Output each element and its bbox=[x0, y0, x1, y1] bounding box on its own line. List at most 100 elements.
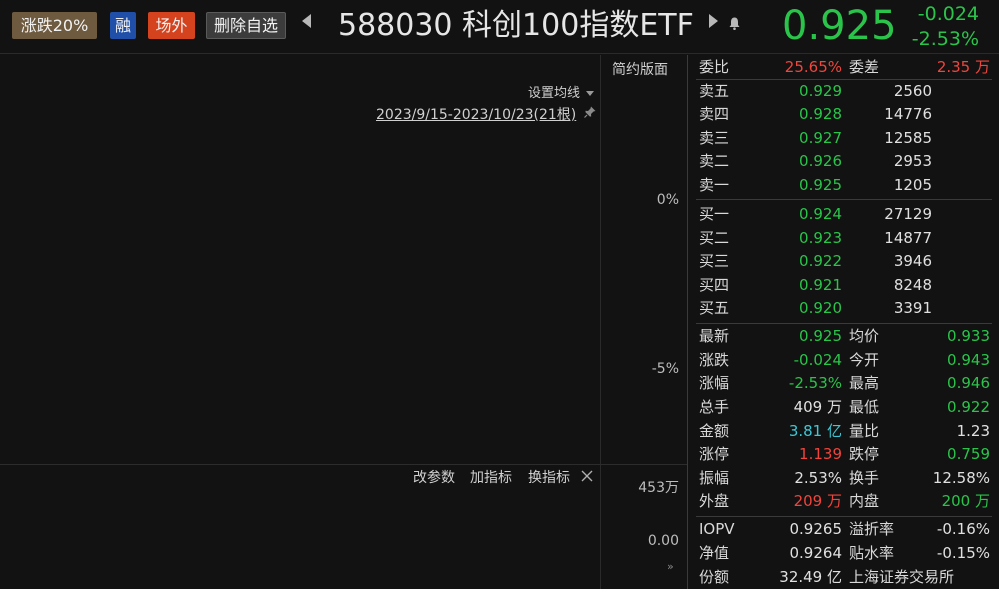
ask-row[interactable]: 卖五 0.929 2560 bbox=[688, 80, 999, 102]
ask-label: 卖一 bbox=[699, 176, 730, 194]
bid-price: 0.922 bbox=[799, 252, 842, 270]
ask-label: 卖二 bbox=[699, 152, 730, 170]
ask-price: 0.926 bbox=[799, 152, 842, 170]
ask-label: 卖三 bbox=[699, 129, 730, 147]
bid-label: 买二 bbox=[699, 229, 730, 247]
y-axis-label: 0% bbox=[656, 192, 679, 208]
stat-value: 32.49 亿 bbox=[779, 568, 842, 586]
bid-label: 买四 bbox=[699, 276, 730, 294]
bid-row[interactable]: 买三 0.922 3946 bbox=[688, 250, 999, 272]
stat-label: 最低 bbox=[849, 398, 880, 416]
price-limit-tag: 涨跌20% bbox=[12, 12, 97, 39]
stat-value: 409 万 bbox=[793, 398, 842, 416]
stat-value: 0.943 bbox=[947, 351, 990, 369]
stat-row: 份额 32.49 亿 上海证券交易所 bbox=[688, 566, 999, 588]
ask-row[interactable]: 卖一 0.925 1205 bbox=[688, 174, 999, 196]
remove-watchlist-button[interactable]: 删除自选 bbox=[206, 12, 286, 39]
stat-value: -0.16% bbox=[936, 520, 990, 538]
edit-params-button[interactable]: 改参数 bbox=[413, 467, 455, 487]
order-ratio-row: 委比 25.65% 委差 2.35 万 bbox=[688, 56, 999, 78]
order-diff-value: 2.35 万 bbox=[936, 58, 990, 76]
stat-value: 0.9264 bbox=[789, 544, 843, 562]
stat-value: 1.23 bbox=[956, 422, 990, 440]
last-price: 0.925 bbox=[782, 3, 897, 49]
stat-label: 涨跌 bbox=[699, 351, 730, 369]
stat-value: 3.81 亿 bbox=[788, 422, 842, 440]
bid-row[interactable]: 买五 0.920 3391 bbox=[688, 297, 999, 319]
y-axis-label: -5% bbox=[651, 361, 679, 377]
stat-label: 金额 bbox=[699, 422, 730, 440]
stat-label: 振幅 bbox=[699, 469, 730, 487]
add-indicator-button[interactable]: 加指标 bbox=[470, 467, 512, 487]
stat-value: -0.15% bbox=[936, 544, 990, 562]
indicator-divider[interactable] bbox=[0, 464, 687, 465]
stat-row: 最新 0.925 均价 0.933 bbox=[688, 325, 999, 347]
ask-volume: 12585 bbox=[884, 129, 932, 147]
bid-label: 买三 bbox=[699, 252, 730, 270]
bid-volume: 3391 bbox=[893, 299, 932, 317]
stat-label: 换手 bbox=[849, 469, 880, 487]
ask-price: 0.929 bbox=[799, 82, 842, 100]
bell-icon[interactable] bbox=[729, 17, 740, 30]
stat-label: 内盘 bbox=[849, 492, 880, 510]
otc-fund-tag[interactable]: 场外 bbox=[148, 12, 195, 39]
bid-price: 0.920 bbox=[799, 299, 842, 317]
previous-stock-icon[interactable] bbox=[302, 14, 311, 28]
divider bbox=[696, 323, 992, 324]
order-ratio-label: 委比 bbox=[699, 58, 730, 76]
ask-row[interactable]: 卖四 0.928 14776 bbox=[688, 103, 999, 125]
ask-label: 卖四 bbox=[699, 105, 730, 123]
volume-axis-label: 453万 bbox=[638, 480, 679, 496]
price-change: -0.024 bbox=[917, 3, 979, 25]
stat-label: 总手 bbox=[699, 398, 730, 416]
ma-setting-button[interactable]: 设置均线 bbox=[528, 82, 594, 101]
simple-layout-button[interactable]: 简约版面 bbox=[612, 59, 668, 79]
ask-volume: 1205 bbox=[893, 176, 932, 194]
bid-row[interactable]: 买二 0.923 14877 bbox=[688, 227, 999, 249]
ask-row[interactable]: 卖二 0.926 2953 bbox=[688, 150, 999, 172]
chevron-down-icon bbox=[586, 91, 594, 96]
stat-row: 总手 409 万 最低 0.922 bbox=[688, 396, 999, 418]
stat-row: 净值 0.9264 贴水率 -0.15% bbox=[688, 542, 999, 564]
next-stock-icon[interactable] bbox=[709, 14, 718, 28]
ma-setting-label: 设置均线 bbox=[527, 86, 580, 101]
bid-row[interactable]: 买四 0.921 8248 bbox=[688, 274, 999, 296]
stat-value: 0.933 bbox=[947, 327, 990, 345]
stat-value: 0.9265 bbox=[789, 520, 843, 538]
bid-price: 0.923 bbox=[799, 229, 842, 247]
bid-label: 买五 bbox=[699, 299, 730, 317]
stat-row: 金额 3.81 亿 量比 1.23 bbox=[688, 420, 999, 442]
bid-price: 0.924 bbox=[799, 205, 842, 223]
stat-label: 跌停 bbox=[849, 445, 880, 463]
bid-volume: 27129 bbox=[884, 205, 932, 223]
pin-icon[interactable] bbox=[584, 106, 596, 118]
stat-value: 0.759 bbox=[947, 445, 990, 463]
date-range-link[interactable]: 2023/9/15-2023/10/23(21根) bbox=[376, 104, 576, 124]
ask-price: 0.927 bbox=[799, 129, 842, 147]
ask-volume: 14776 bbox=[884, 105, 932, 123]
kline-chart[interactable]: 简约版面 设置均线 2023/9/15-2023/10/23(21根) 0% -… bbox=[0, 55, 687, 589]
bid-row[interactable]: 买一 0.924 27129 bbox=[688, 203, 999, 225]
close-icon[interactable] bbox=[580, 469, 594, 483]
switch-indicator-button[interactable]: 换指标 bbox=[528, 467, 570, 487]
stat-value: 0.925 bbox=[799, 327, 842, 345]
stat-label: 净值 bbox=[699, 544, 730, 562]
stat-row: 涨跌 -0.024 今开 0.943 bbox=[688, 349, 999, 371]
stat-row: 涨停 1.139 跌停 0.759 bbox=[688, 443, 999, 465]
price-change-percent: -2.53% bbox=[911, 28, 979, 50]
scroll-to-end-icon[interactable]: » bbox=[667, 560, 674, 573]
stat-value: 209 万 bbox=[793, 492, 842, 510]
bid-price: 0.921 bbox=[799, 276, 842, 294]
stat-value: 2.53% bbox=[794, 469, 842, 487]
stat-label: 量比 bbox=[849, 422, 880, 440]
ask-volume: 2953 bbox=[893, 152, 932, 170]
stat-label: 份额 bbox=[699, 568, 730, 586]
ask-volume: 2560 bbox=[893, 82, 932, 100]
stat-label: 贴水率 bbox=[849, 544, 895, 562]
order-ratio-value: 25.65% bbox=[784, 58, 842, 76]
ask-row[interactable]: 卖三 0.927 12585 bbox=[688, 127, 999, 149]
stat-value: 1.139 bbox=[799, 445, 842, 463]
stat-label: IOPV bbox=[699, 520, 735, 538]
stat-value: 12.58% bbox=[932, 469, 990, 487]
order-diff-label: 委差 bbox=[849, 58, 880, 76]
